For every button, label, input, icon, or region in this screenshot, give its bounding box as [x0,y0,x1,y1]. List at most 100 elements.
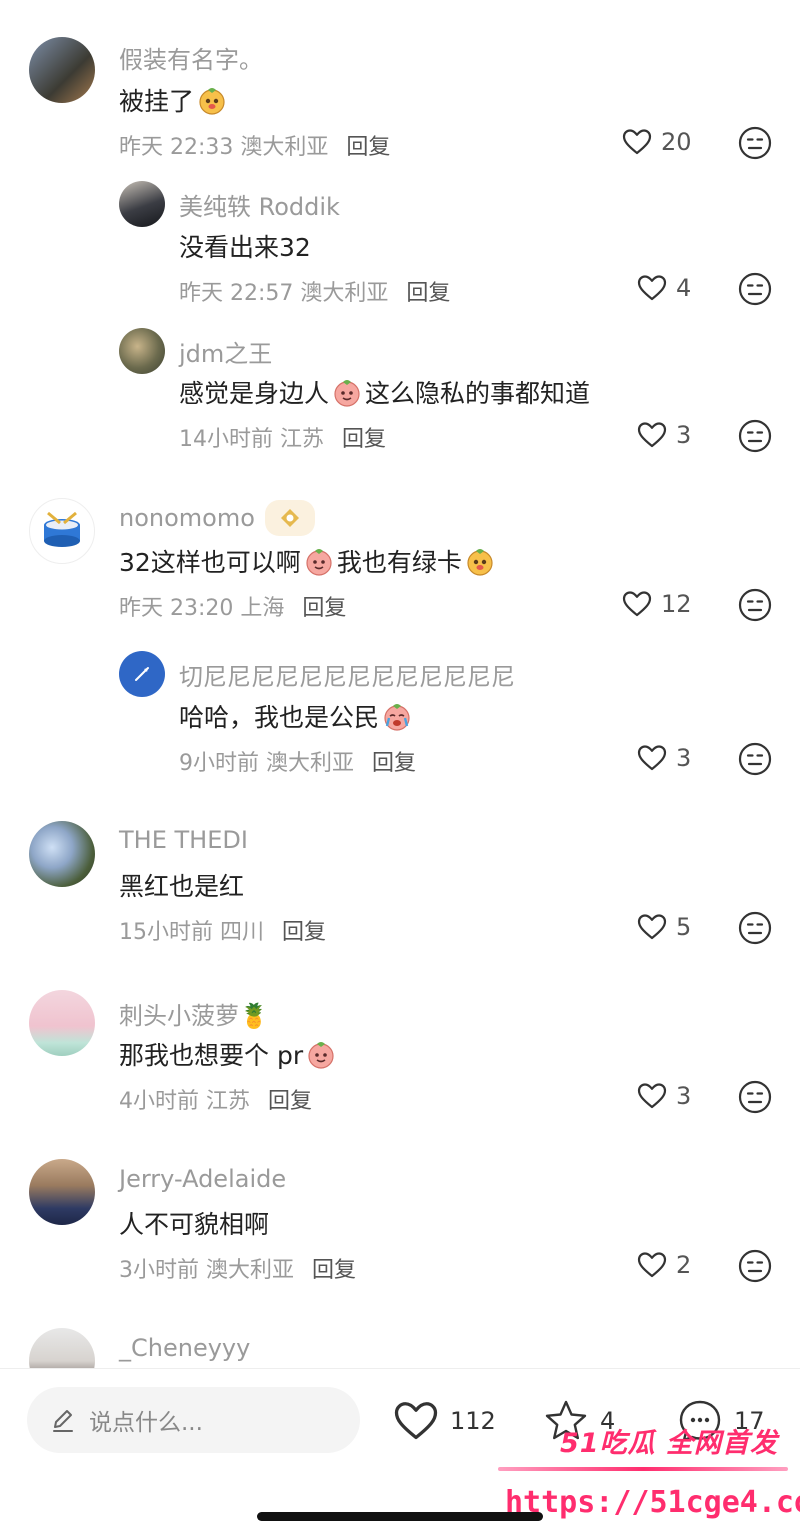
comment-username[interactable]: 假装有名字。 [119,40,263,75]
like-button[interactable]: 3 [636,1080,691,1112]
reply-button[interactable]: 回复 [312,1258,356,1283]
comment-text: 那我也想要个 pr [119,1036,339,1072]
dog-emoji-icon [464,545,496,577]
comment-text: 人不可貌相啊 [119,1205,269,1241]
like-count: 20 [661,128,692,156]
reply-button[interactable]: 回复 [372,751,416,776]
comment-meta: 3小时前 澳大利亚 回复 [119,1252,356,1284]
avatar[interactable] [29,37,95,103]
watermark-title: 51吃瓜 全网首发 [560,1428,778,1459]
like-button[interactable]: 12 [621,588,692,620]
comment-time: 昨天 22:57 澳大利亚 [179,281,389,306]
comment-username[interactable]: Jerry-Adelaide [119,1165,286,1193]
comment-meta: 昨天 23:20 上海 回复 [119,590,346,622]
pencil-icon [53,1410,73,1432]
dislike-icon[interactable] [737,271,773,307]
avatar[interactable] [119,651,165,697]
like-button[interactable]: 5 [636,911,691,943]
comment-username[interactable]: jdm之王 [179,334,272,369]
comment-time: 15小时前 四川 [119,920,264,945]
comment-text-content: 那我也想要个 pr [119,1041,304,1070]
avatar[interactable] [29,1159,95,1225]
avatar[interactable] [29,821,95,887]
peach-emoji-icon [331,376,363,408]
heart-icon [636,419,668,451]
reply-button[interactable]: 回复 [406,281,450,306]
comment-text-content: 被挂了 [119,87,195,116]
input-placeholder: 说点什么... [89,1410,203,1436]
peach-emoji-icon [305,1038,337,1070]
comment-meta: 15小时前 四川 回复 [119,914,326,946]
avatar[interactable] [29,498,95,564]
comment-text-content: 我也有绿卡 [336,548,462,577]
home-indicator[interactable] [257,1512,543,1521]
like-count: 3 [676,744,692,772]
like-button[interactable]: 4 [636,272,691,304]
reply-button[interactable]: 回复 [342,427,386,452]
reply-button[interactable]: 回复 [346,135,390,160]
comment-text: 哈哈，我也是公民 [179,698,415,734]
comment-username[interactable]: nonomomo [119,504,255,532]
crying-emoji-icon [381,700,413,732]
heart-icon [636,742,668,774]
comment-text: 没看出来32 [179,228,311,264]
dislike-icon[interactable] [737,741,773,777]
comment-time: 昨天 23:20 上海 [119,596,285,621]
comment-text-content: 感觉是身边人 [179,379,330,408]
like-button[interactable]: 3 [636,742,691,774]
post-like-button[interactable]: 112 [392,1397,496,1445]
heart-icon [636,272,668,304]
like-count: 3 [676,1082,692,1110]
comment-username[interactable]: 刺头小菠萝🍍 [119,996,269,1031]
comment-time: 14小时前 江苏 [179,427,324,452]
comment-text: 感觉是身边人 这么隐私的事都知道 [179,374,590,410]
heart-icon [636,1249,668,1281]
comment-text-content: 哈哈，我也是公民 [179,703,380,732]
comment-text-content: 32这样也可以啊 [119,548,301,577]
like-count: 2 [676,1251,692,1279]
avatar[interactable] [119,181,165,227]
dislike-icon[interactable] [737,1248,773,1284]
reply-button[interactable]: 回复 [302,596,346,621]
dog-emoji-icon [196,84,228,116]
like-button[interactable]: 20 [621,126,692,158]
comment-text: 黑红也是红 [119,867,244,903]
comment-time: 昨天 22:33 澳大利亚 [119,135,329,160]
comment-username[interactable]: _Cheneyyy [119,1334,250,1362]
dislike-icon[interactable] [737,125,773,161]
avatar[interactable] [29,990,95,1056]
comment-text-content: 人不可貌相啊 [119,1210,270,1239]
dislike-icon[interactable] [737,910,773,946]
dislike-icon[interactable] [737,587,773,623]
comment-meta: 4小时前 江苏 回复 [119,1083,312,1115]
heart-icon [392,1397,440,1445]
like-button[interactable]: 2 [636,1249,691,1281]
user-badge [265,500,315,536]
like-button[interactable]: 3 [636,419,691,451]
comment-time: 4小时前 江苏 [119,1089,250,1114]
reply-button[interactable]: 回复 [282,920,326,945]
comment-time: 9小时前 澳大利亚 [179,751,354,776]
like-count: 3 [676,421,692,449]
comment-input[interactable]: 说点什么... [27,1387,360,1453]
dislike-icon[interactable] [737,1079,773,1115]
comment-username[interactable]: 美纯轶 Roddik [179,187,340,222]
badge-icon [281,509,299,527]
peach-emoji-icon [303,545,335,577]
heart-icon [636,1080,668,1112]
post-like-count: 112 [450,1407,496,1435]
reply-button[interactable]: 回复 [268,1089,312,1114]
like-count: 5 [676,913,692,941]
username-text: 刺头小菠萝 [119,1002,239,1030]
heart-icon [621,126,653,158]
avatar[interactable] [119,328,165,374]
pineapple-emoji-icon: 🍍 [239,1002,269,1030]
dislike-icon[interactable] [737,418,773,454]
heart-icon [636,911,668,943]
comment-text-content: 这么隐私的事都知道 [365,379,591,408]
comment-text: 32这样也可以啊 我也有绿卡 [119,543,498,579]
comment-username[interactable]: 切尼尼尼尼尼尼尼尼尼尼尼尼尼 [179,657,515,692]
comment-username[interactable]: THE THEDI [119,826,248,854]
watermark-line [498,1467,788,1471]
comment-text-content: 没看出来32 [179,233,311,262]
